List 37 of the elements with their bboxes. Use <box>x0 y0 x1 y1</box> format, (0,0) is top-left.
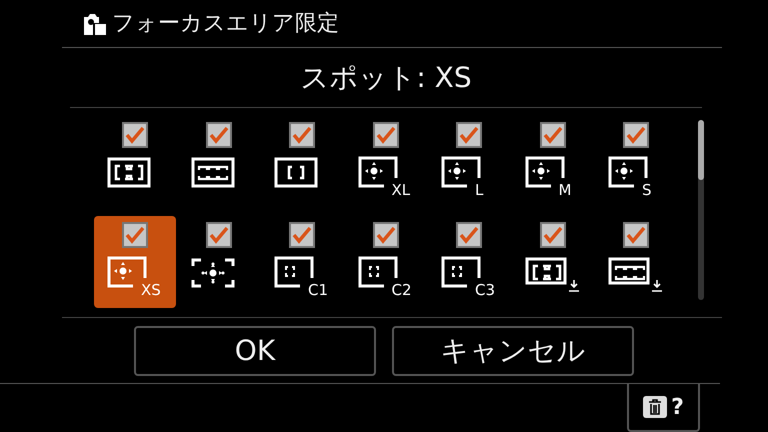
checkbox[interactable] <box>122 122 148 148</box>
icon-label: S <box>642 183 652 198</box>
focus-area-option[interactable]: C1 <box>261 216 343 308</box>
icon-label: XL <box>392 183 410 198</box>
checkbox[interactable] <box>289 122 315 148</box>
focus-area-option[interactable]: C2 <box>344 216 426 308</box>
icon-label: L <box>475 183 484 198</box>
focus-area-option[interactable]: XS <box>94 216 176 308</box>
menu-title: フォーカスエリア限定 <box>112 10 339 38</box>
checkbox[interactable] <box>122 222 148 248</box>
focus-area-option[interactable]: L <box>428 116 510 208</box>
checkbox[interactable] <box>456 222 482 248</box>
checkbox[interactable] <box>456 122 482 148</box>
checkbox[interactable] <box>289 222 315 248</box>
help-button[interactable]: ? <box>627 384 700 432</box>
checkbox[interactable] <box>206 222 232 248</box>
current-setting: スポット: XS <box>300 60 472 96</box>
focus-area-option[interactable]: S <box>595 116 677 208</box>
focus-area-option[interactable]: M <box>512 116 594 208</box>
focus-area-option[interactable]: XL <box>344 116 426 208</box>
ok-button[interactable]: OK <box>134 326 376 376</box>
checkbox[interactable] <box>372 122 398 148</box>
icon-label: M <box>558 183 572 198</box>
icon-label: C1 <box>308 283 328 298</box>
checkbox[interactable] <box>372 222 398 248</box>
focus-area-option[interactable]: C3 <box>428 216 510 308</box>
icon-label: XS <box>141 283 161 298</box>
icon-label: C2 <box>392 283 412 298</box>
trash-icon <box>643 396 668 418</box>
scroll-thumb <box>698 120 704 180</box>
cancel-button[interactable]: キャンセル <box>392 326 634 376</box>
checkbox[interactable] <box>540 222 566 248</box>
checkbox[interactable] <box>623 222 649 248</box>
checkbox[interactable] <box>540 122 566 148</box>
icon-label: C3 <box>475 283 496 298</box>
checkbox[interactable] <box>206 122 232 148</box>
checkbox[interactable] <box>623 122 649 148</box>
